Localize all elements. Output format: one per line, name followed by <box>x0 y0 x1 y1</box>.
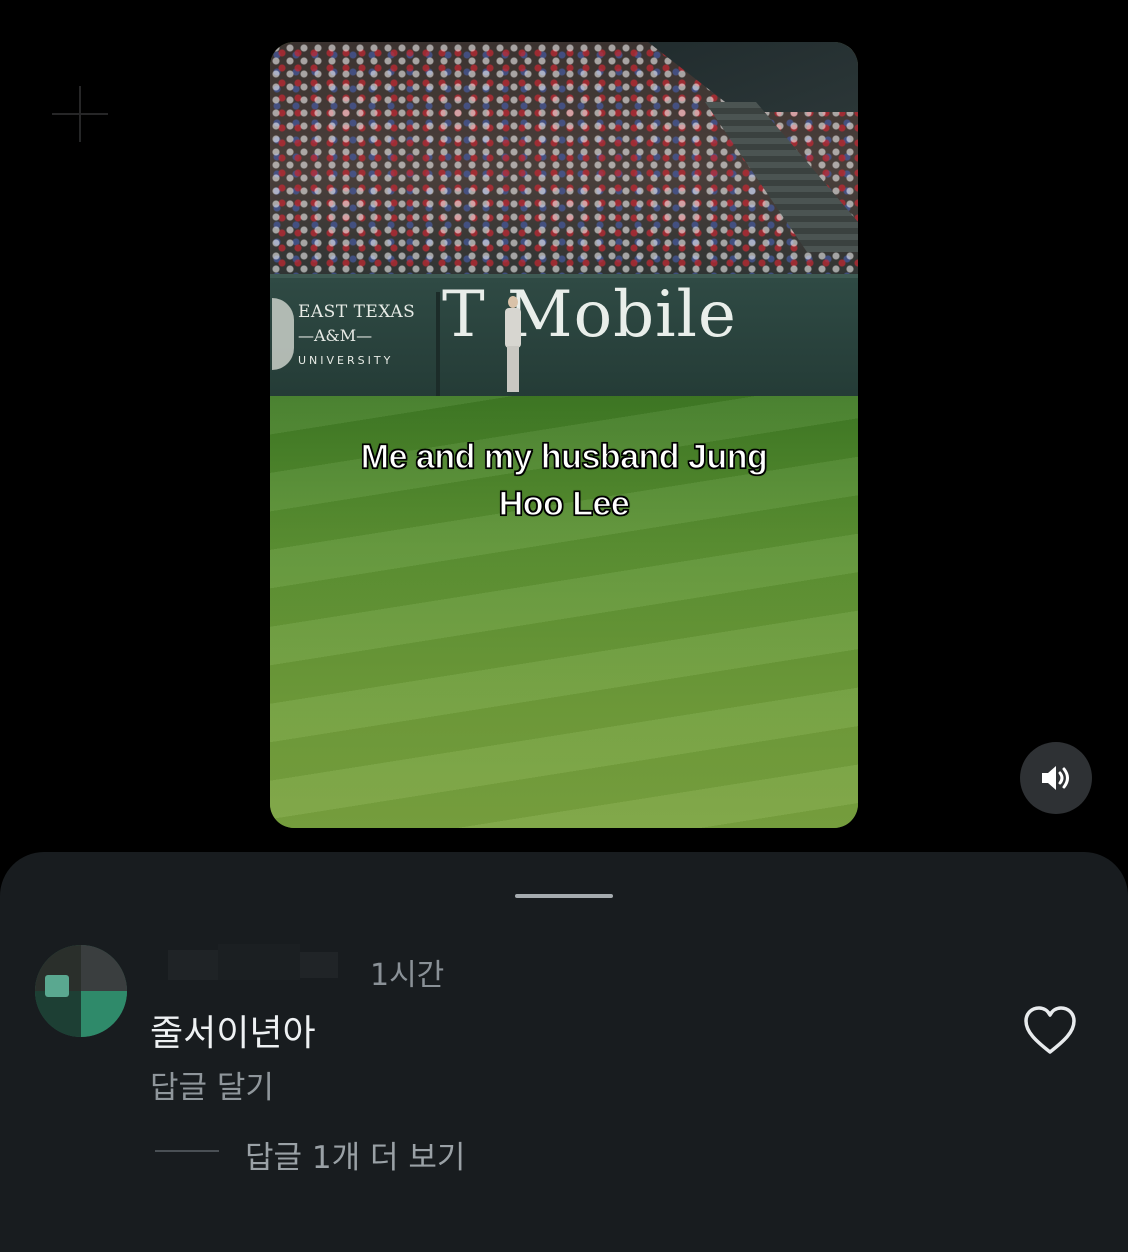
speaker-volume-icon <box>1042 766 1069 790</box>
t-mobile-ad: T Mobile <box>442 278 737 352</box>
sheet-drag-handle[interactable] <box>515 894 613 898</box>
comment-text: 줄서이년아 <box>150 1013 316 1054</box>
lion-seal-icon <box>272 298 294 370</box>
ad-line-1: EAST TEXAS <box>298 302 416 322</box>
heart-outline-icon[interactable] <box>1022 1004 1078 1056</box>
wall-divider <box>436 292 440 396</box>
ad-line-2: —A&M— <box>298 326 373 345</box>
comment-timestamp: 1시간 <box>370 958 445 993</box>
reply-button[interactable]: 답글 달기 <box>150 1062 274 1107</box>
redacted-username <box>300 952 338 978</box>
east-texas-am-ad: EAST TEXAS —A&M— UNIVERSITY <box>272 288 432 382</box>
sound-toggle-button[interactable] <box>1020 742 1092 814</box>
avatar[interactable] <box>35 945 127 1037</box>
redacted-username <box>168 950 218 980</box>
crosshair-icon <box>52 86 108 142</box>
comments-sheet: 1시간 줄서이년아 답글 달기 답글 1개 더 보기 <box>0 852 1128 1252</box>
replies-divider <box>155 1150 219 1152</box>
outfielder-figure <box>500 296 526 396</box>
video-player[interactable]: EAST TEXAS —A&M— UNIVERSITY T Mobile Me … <box>270 42 858 828</box>
redacted-username <box>218 944 300 980</box>
view-more-replies-button[interactable]: 답글 1개 더 보기 <box>245 1132 465 1177</box>
ad-line-3: UNIVERSITY <box>298 354 394 367</box>
video-caption: Me and my husband Jung Hoo Lee <box>270 434 858 528</box>
caption-line-1: Me and my husband Jung <box>360 437 768 476</box>
caption-line-2: Hoo Lee <box>498 484 630 523</box>
